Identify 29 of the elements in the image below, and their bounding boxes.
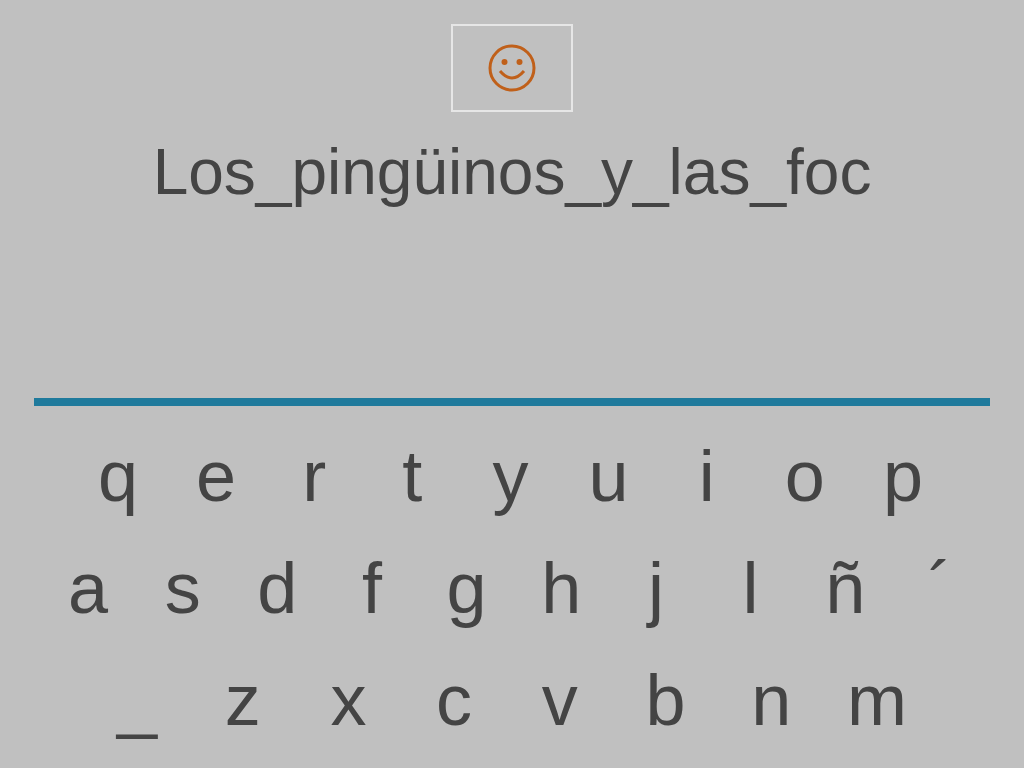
key[interactable]: r [282,431,347,521]
key[interactable]: z [210,655,275,745]
key[interactable]: j [623,543,688,633]
key[interactable]: ñ [813,543,878,633]
key[interactable]: a [56,543,120,633]
key[interactable]: ´ [907,543,972,633]
key[interactable]: h [529,543,594,633]
answer-text: Los_pingüinos_y_las_foc [152,136,872,208]
key[interactable]: p [871,431,935,521]
smiley-icon [487,43,537,93]
key[interactable]: s [150,543,215,633]
key[interactable]: x [316,655,381,745]
key[interactable]: g [434,543,499,633]
key[interactable]: c [422,655,487,745]
key[interactable]: u [576,431,641,521]
key[interactable]: n [739,655,804,745]
key[interactable]: m [844,655,909,745]
key[interactable]: q [86,431,150,521]
key[interactable]: b [633,655,698,745]
key[interactable]: t [380,431,445,521]
key[interactable]: f [339,543,404,633]
key[interactable]: e [184,431,249,521]
key[interactable]: v [527,655,592,745]
key[interactable]: y [478,431,543,521]
key[interactable]: d [245,543,310,633]
key[interactable]: l [718,543,783,633]
key[interactable]: o [772,431,837,521]
key[interactable]: _ [105,655,169,745]
key[interactable]: i [674,431,739,521]
